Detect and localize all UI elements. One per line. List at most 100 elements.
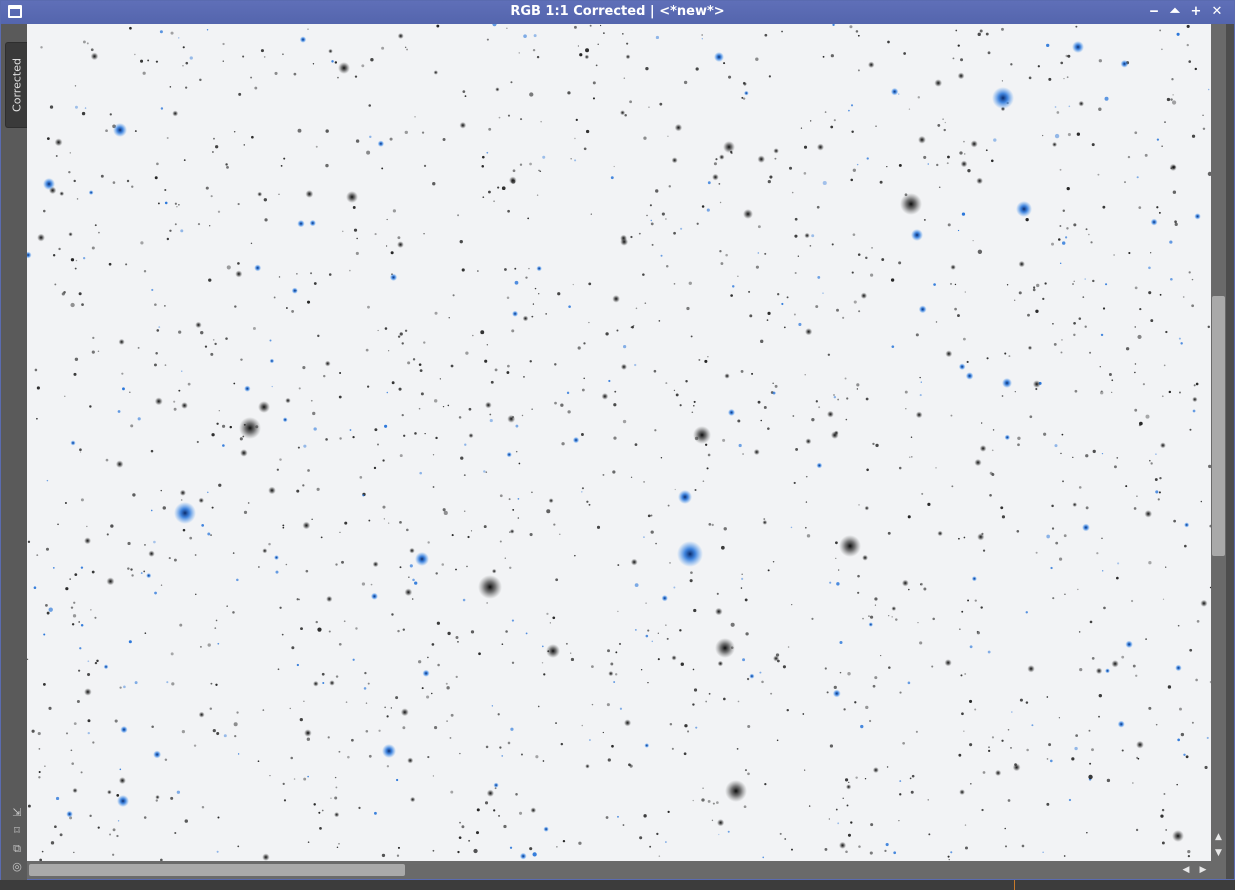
star bbox=[386, 218, 388, 221]
tab-corrected[interactable]: Corrected bbox=[5, 42, 27, 128]
star bbox=[531, 491, 533, 494]
scroll-down-arrow[interactable]: ▼ bbox=[1211, 847, 1226, 859]
minimize-button[interactable]: ‒ bbox=[1146, 4, 1162, 20]
star bbox=[766, 319, 769, 321]
shade-button[interactable]: ⏶ bbox=[1167, 4, 1183, 20]
star bbox=[278, 193, 280, 195]
star bbox=[225, 337, 228, 340]
star bbox=[655, 189, 659, 193]
scroll-up-arrow[interactable]: ▲ bbox=[1211, 831, 1226, 843]
star bbox=[411, 598, 414, 600]
star bbox=[673, 586, 676, 589]
clone-icon[interactable]: ⧉ bbox=[10, 842, 24, 856]
star bbox=[539, 170, 542, 173]
star bbox=[762, 856, 765, 859]
image-canvas[interactable] bbox=[27, 24, 1211, 861]
star bbox=[657, 632, 659, 634]
star bbox=[37, 731, 41, 736]
star bbox=[1032, 288, 1036, 292]
star bbox=[131, 185, 134, 188]
star bbox=[657, 658, 660, 661]
star bbox=[499, 540, 502, 543]
star bbox=[397, 335, 401, 338]
star bbox=[1046, 802, 1050, 806]
star bbox=[447, 404, 450, 407]
star bbox=[1207, 88, 1210, 91]
crop-mode-icon[interactable]: ⌑ bbox=[10, 824, 24, 838]
star bbox=[343, 620, 346, 623]
star bbox=[1044, 282, 1047, 285]
star bbox=[895, 618, 898, 621]
target-icon[interactable]: ◎ bbox=[10, 860, 24, 874]
star bbox=[490, 380, 494, 384]
star bbox=[723, 62, 726, 65]
star bbox=[1052, 597, 1055, 600]
star bbox=[824, 111, 827, 113]
star bbox=[1176, 783, 1178, 786]
star bbox=[233, 131, 236, 133]
star bbox=[38, 776, 41, 779]
star bbox=[1046, 534, 1050, 539]
star bbox=[661, 212, 665, 216]
horizontal-scroll-thumb[interactable] bbox=[29, 864, 405, 876]
star bbox=[669, 722, 673, 726]
star bbox=[850, 104, 854, 107]
star bbox=[1008, 355, 1011, 358]
star bbox=[506, 27, 508, 29]
star bbox=[959, 789, 966, 796]
star bbox=[338, 62, 350, 74]
scroll-left-arrow[interactable]: ◀ bbox=[1180, 864, 1192, 876]
star bbox=[150, 449, 154, 453]
star bbox=[643, 536, 645, 539]
star bbox=[536, 194, 539, 196]
star bbox=[144, 544, 146, 546]
star bbox=[127, 567, 130, 570]
star bbox=[433, 70, 439, 75]
star bbox=[1186, 43, 1189, 47]
star bbox=[421, 687, 424, 690]
star bbox=[418, 363, 422, 366]
star bbox=[1027, 345, 1033, 351]
star bbox=[507, 414, 516, 423]
star bbox=[510, 81, 513, 84]
star bbox=[31, 729, 35, 733]
star bbox=[608, 670, 614, 677]
vertical-scroll-thumb[interactable] bbox=[1212, 296, 1225, 556]
star bbox=[1178, 337, 1181, 340]
star bbox=[319, 827, 322, 830]
star bbox=[254, 264, 262, 272]
star bbox=[844, 377, 847, 380]
scroll-right-arrow[interactable]: ▶ bbox=[1197, 864, 1209, 876]
horizontal-scrollbar[interactable]: ◀ ▶ bbox=[27, 861, 1211, 879]
fit-view-icon[interactable]: ⇲ bbox=[10, 806, 24, 820]
star bbox=[791, 191, 794, 194]
star bbox=[559, 533, 561, 535]
star bbox=[692, 668, 695, 671]
star bbox=[493, 782, 499, 788]
close-button[interactable]: ✕ bbox=[1209, 4, 1225, 20]
star bbox=[707, 356, 709, 358]
star bbox=[560, 742, 564, 746]
star bbox=[352, 436, 355, 439]
star bbox=[933, 283, 936, 286]
star bbox=[1091, 143, 1095, 147]
maximize-button[interactable]: + bbox=[1188, 4, 1204, 20]
star bbox=[613, 165, 615, 168]
star bbox=[757, 155, 766, 163]
title-bar[interactable]: RGB 1:1 Corrected | <*new*> ‒ ⏶ + ✕ bbox=[1, 1, 1234, 24]
star bbox=[397, 846, 401, 849]
star bbox=[97, 350, 100, 353]
star bbox=[1102, 570, 1104, 572]
star bbox=[701, 38, 703, 40]
star bbox=[151, 288, 154, 292]
star bbox=[1195, 382, 1199, 386]
star bbox=[613, 681, 616, 683]
vertical-scrollbar[interactable]: ▲ ▼ bbox=[1211, 24, 1226, 861]
star bbox=[493, 809, 496, 812]
star bbox=[1092, 279, 1095, 283]
star bbox=[244, 385, 251, 392]
star bbox=[777, 293, 780, 296]
star bbox=[372, 561, 379, 568]
star bbox=[252, 327, 256, 330]
star bbox=[506, 296, 510, 300]
